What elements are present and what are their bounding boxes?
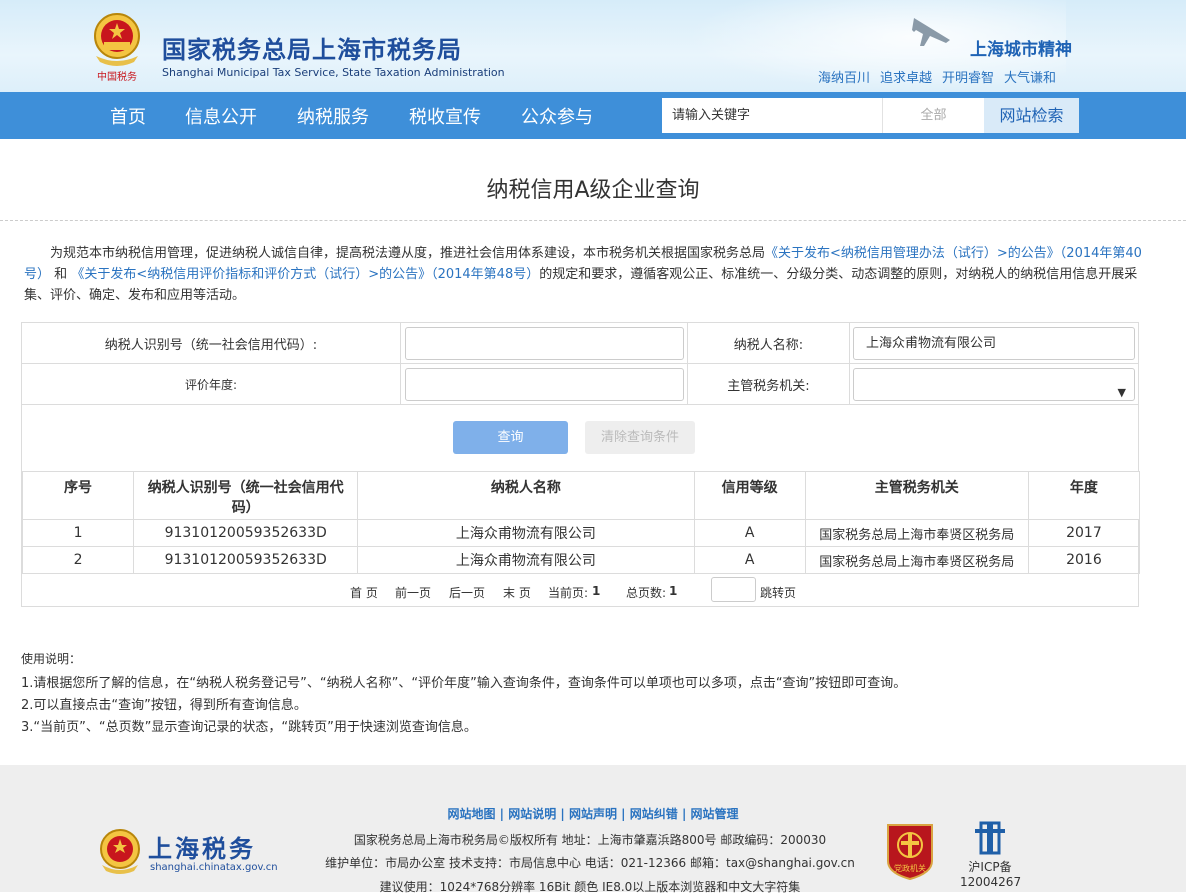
page-title: 纳税信用A级企业查询: [486, 178, 700, 203]
nav-item-info-disclosure[interactable]: 信息公开: [185, 103, 257, 129]
column-header: 信用等级: [693, 471, 806, 520]
footer-link-sitemap[interactable]: 网站地图: [447, 807, 495, 821]
city-spirit-title: 上海城市精神: [970, 40, 1072, 60]
form-row: 纳税人识别号（统一社会信用代码）: 纳税人名称: 上海众甫物流有限公司: [22, 323, 1138, 364]
column-header: 序号: [21, 471, 135, 520]
footer-maintainer: 维护单位：市局办公室 技术支持：市局信息中心 电话：021-12366 邮箱：t…: [325, 856, 855, 870]
slogan: 海纳百川: [818, 71, 871, 86]
badge-text: 党政机关: [894, 863, 926, 873]
search-scope-select[interactable]: 全部: [882, 98, 984, 133]
site-subtitle: Shanghai Municipal Tax Service, State Ta…: [162, 66, 505, 79]
site-search-button[interactable]: 网站检索: [984, 98, 1079, 133]
taxpayer-name-field[interactable]: 上海众甫物流有限公司: [853, 327, 1135, 360]
table-row: 1 91310120059352633D 上海众甫物流有限公司 A 国家税务总局…: [21, 519, 1141, 547]
slogan-list: 海纳百川 追求卓越 开明睿智 大气谦和: [818, 67, 1056, 86]
year-field[interactable]: [405, 368, 684, 401]
authority-label: 主管税务机关:: [688, 364, 850, 404]
intro-text: 和: [54, 267, 68, 282]
pager-total-label: 总页数:: [626, 586, 667, 600]
cell-authority: 国家税务总局上海市奉贤区税务局: [804, 546, 1029, 574]
year-label: 评价年度:: [22, 364, 401, 404]
table-row: 2 91310120059352633D 上海众甫物流有限公司 A 国家税务总局…: [21, 546, 1141, 574]
cell-index: 2: [21, 546, 135, 574]
icp-record[interactable]: 沪ICP备 12004267: [960, 821, 1022, 889]
dropdown-arrow-icon: ▼: [1117, 386, 1126, 399]
cell-taxpayer-id: 91310120059352633D: [133, 519, 359, 547]
cell-year: 2017: [1027, 519, 1141, 547]
pager-total-value: 1: [669, 584, 678, 598]
cell-index: 1: [21, 519, 135, 547]
divider: [0, 220, 1186, 221]
cell-taxpayer-name: 上海众甫物流有限公司: [357, 519, 695, 547]
footer-link-statement[interactable]: 网站声明: [569, 807, 617, 821]
usage-heading: 使用说明：: [21, 652, 82, 666]
footer-logo-text[interactable]: 上海税务: [148, 829, 256, 864]
table-header-row: 序号 纳税人识别号（统一社会信用代码） 纳税人名称 信用等级 主管税务机关 年度: [21, 471, 1141, 520]
cell-taxpayer-id: 91310120059352633D: [133, 546, 359, 574]
column-header: 纳税人名称: [357, 471, 695, 520]
site-header: 中国税务 国家税务总局上海市税务局 Shanghai Municipal Tax…: [0, 0, 1186, 92]
usage-line: 1.请根据您所了解的信息，在“纳税人税务登记号”、“纳税人名称”、“评价年度”输…: [21, 676, 907, 691]
pager-first[interactable]: 首 页: [350, 584, 378, 601]
footer-logo-url: shanghai.chinatax.gov.cn: [150, 862, 278, 873]
cell-credit-level: A: [693, 546, 806, 574]
footer-link-admin[interactable]: 网站管理: [691, 807, 739, 821]
icp-shield-icon: [975, 821, 1005, 855]
intro-paragraph: 为规范本市纳税信用管理，促进纳税人诚信自律，提高税法遵从度，推进社会信用体系建设…: [24, 243, 1144, 306]
emblem-caption: 中国税务: [97, 70, 137, 83]
results-panel: 序号 纳税人识别号（统一社会信用代码） 纳税人名称 信用等级 主管税务机关 年度…: [21, 471, 1141, 607]
authority-select[interactable]: ▼: [853, 368, 1135, 401]
taxpayer-id-field[interactable]: [405, 327, 684, 360]
pager-jump-button[interactable]: 跳转页: [760, 584, 796, 601]
pager-prev[interactable]: 前一页: [395, 584, 431, 601]
cell-year: 2016: [1027, 546, 1141, 574]
slogan: 开明睿智: [942, 71, 995, 86]
search-input[interactable]: [662, 98, 882, 133]
query-button[interactable]: 查询: [453, 421, 568, 454]
icp-label: 沪ICP备: [968, 860, 1012, 874]
site-title[interactable]: 国家税务总局上海市税务局: [162, 30, 462, 65]
taxpayer-name-label: 纳税人名称:: [688, 323, 850, 363]
nav-item-home[interactable]: 首页: [110, 103, 146, 129]
query-form: 纳税人识别号（统一社会信用代码）: 纳税人名称: 上海众甫物流有限公司 评价年度…: [21, 322, 1139, 472]
pager-current-label: 当前页:: [548, 586, 589, 600]
footer-link-about[interactable]: 网站说明: [508, 807, 556, 821]
usage-instructions: 使用说明： 1.请根据您所了解的信息，在“纳税人税务登记号”、“纳税人名称”、“…: [21, 650, 906, 739]
taxpayer-id-label: 纳税人识别号（统一社会信用代码）:: [22, 323, 401, 363]
nav-item-tax-service[interactable]: 纳税服务: [297, 103, 369, 129]
clear-conditions-button[interactable]: 清除查询条件: [585, 421, 695, 454]
footer-emblem-icon: [100, 829, 140, 874]
pager-current-value: 1: [592, 584, 601, 598]
footer-link-correction[interactable]: 网站纠错: [630, 807, 678, 821]
form-row: 评价年度: 主管税务机关: ▼: [22, 364, 1138, 405]
cell-credit-level: A: [693, 519, 806, 547]
slogan: 追求卓越: [880, 71, 933, 86]
cell-taxpayer-name: 上海众甫物流有限公司: [357, 546, 695, 574]
intro-text: 为规范本市纳税信用管理，促进纳税人诚信自律，提高税法遵从度，推进社会信用体系建设…: [50, 246, 766, 261]
results-table: 序号 纳税人识别号（统一社会信用代码） 纳税人名称 信用等级 主管税务机关 年度…: [21, 471, 1141, 574]
column-header: 年度: [1027, 471, 1141, 520]
national-emblem-icon[interactable]: 中国税务: [86, 8, 148, 86]
party-government-badge-icon[interactable]: 党政机关: [884, 821, 936, 881]
jump-page-input[interactable]: [711, 577, 756, 602]
pagination: 首 页 前一页 后一页 末 页 当前页: 1 总页数: 1 跳转页: [22, 574, 1138, 606]
nav-item-public-participation[interactable]: 公众参与: [521, 103, 593, 129]
slogan: 大气谦和: [1004, 71, 1057, 86]
intro-link-announcement-48[interactable]: 《关于发布<纳税信用评价指标和评价方式（试行）>的公告》（2014年第48号）: [71, 267, 539, 282]
usage-line: 2.可以直接点击“查询”按钮，得到所有查询信息。: [21, 698, 307, 713]
footer-suggestion: 建议使用：1024*768分辨率 16Bit 颜色 IE8.0以上版本浏览器和中…: [379, 880, 801, 894]
column-header: 纳税人识别号（统一社会信用代码）: [133, 471, 359, 520]
nav-item-tax-publicity[interactable]: 税收宣传: [409, 103, 481, 129]
pager-last[interactable]: 末 页: [503, 584, 531, 601]
footer-links: 网站地图 | 网站说明 | 网站声明 | 网站纠错 | 网站管理: [447, 807, 739, 821]
icp-number: 12004267: [960, 875, 1022, 889]
pager-next[interactable]: 后一页: [449, 584, 485, 601]
cell-authority: 国家税务总局上海市奉贤区税务局: [804, 519, 1029, 547]
column-header: 主管税务机关: [804, 471, 1029, 520]
site-footer: 网站地图 | 网站说明 | 网站声明 | 网站纠错 | 网站管理 国家税务总局上…: [0, 765, 1186, 894]
usage-line: 3.“当前页”、“总页数”显示查询记录的状态，“跳转页”用于快速浏览查询信息。: [21, 720, 477, 735]
footer-copyright: 国家税务总局上海市税务局©版权所有 地址：上海市肇嘉浜路800号 邮政编码：20…: [353, 833, 827, 847]
airplane-icon: [912, 18, 950, 46]
